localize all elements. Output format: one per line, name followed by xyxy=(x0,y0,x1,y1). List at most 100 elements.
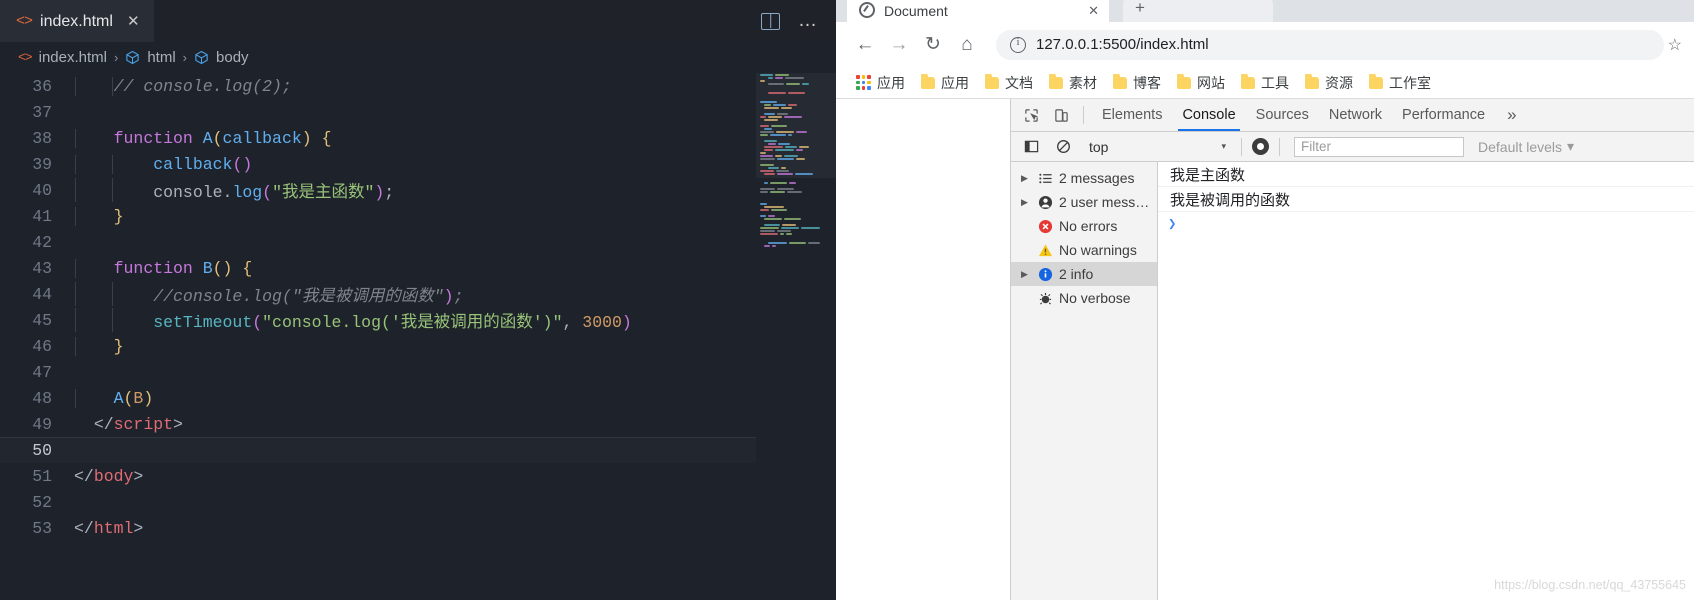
bookmark-item[interactable]: 应用 xyxy=(917,71,977,95)
minimap-token xyxy=(787,91,806,94)
code-line-text: function A(callback) { xyxy=(74,128,756,148)
devtools-tab-elements[interactable]: Elements xyxy=(1092,99,1172,131)
minimap-token xyxy=(760,187,775,190)
devtools-tab-sources[interactable]: Sources xyxy=(1246,99,1319,131)
devtools-tab-console[interactable]: Console xyxy=(1172,99,1245,131)
code-token: > xyxy=(173,414,183,434)
symbol-cube-icon xyxy=(125,50,140,65)
console-sidebar-item[interactable]: ▶No errors xyxy=(1011,214,1157,238)
bookmark-item[interactable]: 网站 xyxy=(1173,71,1233,95)
code-lines-container[interactable]: 36 // console.log(2); 37 38 function A(cal… xyxy=(0,73,756,600)
inspect-element-icon[interactable] xyxy=(1017,102,1045,128)
bookmark-label: 工具 xyxy=(1261,74,1289,91)
close-icon[interactable]: ✕ xyxy=(127,14,140,29)
bookmark-item[interactable]: 资源 xyxy=(1301,71,1361,95)
back-button[interactable]: ← xyxy=(850,30,880,60)
line-number: 43 xyxy=(32,258,52,278)
device-toolbar-icon[interactable] xyxy=(1047,102,1075,128)
console-filter-input[interactable]: Filter xyxy=(1294,136,1464,157)
clear-console-icon[interactable] xyxy=(1049,134,1077,160)
code-line[interactable]: 46 } xyxy=(0,333,756,359)
browser-tab-document[interactable]: Document ✕ xyxy=(847,0,1109,22)
address-bar[interactable]: 127.0.0.1:5500/index.html xyxy=(996,29,1664,60)
symbol-cube-icon xyxy=(194,50,209,65)
execution-context-select[interactable]: top ▾ xyxy=(1081,136,1231,157)
editor-minimap[interactable] xyxy=(756,73,836,600)
devtools-tab-network[interactable]: Network xyxy=(1319,99,1392,131)
code-line[interactable]: 44 //console.log("我是被调用的函数"); xyxy=(0,281,756,307)
home-button[interactable]: ⌂ xyxy=(952,30,982,60)
console-prompt[interactable]: ❯ xyxy=(1158,212,1694,237)
code-line[interactable]: 37 xyxy=(0,99,756,125)
code-line[interactable]: 40 console.log("我是主函数"); xyxy=(0,177,756,203)
console-sidebar-item[interactable]: ▶ 2 user mess… xyxy=(1011,190,1157,214)
console-sidebar-item[interactable]: ▶No verbose xyxy=(1011,286,1157,310)
reload-button[interactable]: ↻ xyxy=(918,30,948,60)
new-tab-button[interactable]: + xyxy=(1123,0,1273,22)
code-line[interactable]: 47 xyxy=(0,359,756,385)
split-editor-divider xyxy=(769,14,772,28)
info-icon xyxy=(1037,266,1053,282)
more-tabs-icon[interactable]: » xyxy=(1497,105,1526,125)
code-line[interactable]: 43 function B() { xyxy=(0,255,756,281)
minimap-token xyxy=(773,103,787,106)
bookmark-item[interactable]: 素材 xyxy=(1045,71,1105,95)
bookmark-star-icon[interactable]: ☆ xyxy=(1668,35,1682,55)
bookmark-item[interactable]: 工具 xyxy=(1237,71,1297,95)
console-output[interactable]: 我是主函数 我是被调用的函数 ❯ https://blog.csdn.net/qq… xyxy=(1158,162,1694,600)
log-levels-select[interactable]: Default levels ▾ xyxy=(1478,138,1574,155)
code-line[interactable]: 41 } xyxy=(0,203,756,229)
minimap-token xyxy=(785,82,800,85)
code-token: console xyxy=(153,183,223,202)
folder-icon xyxy=(1305,74,1319,89)
code-token: ) xyxy=(443,287,454,306)
live-expression-icon[interactable] xyxy=(1252,138,1269,155)
site-info-icon[interactable] xyxy=(1010,36,1026,53)
code-line[interactable]: 51 </body> xyxy=(0,463,756,489)
code-line[interactable]: 45 setTimeout("console.log('我是被调用的函数')",… xyxy=(0,307,756,333)
code-line[interactable]: 42 xyxy=(0,229,756,255)
breadcrumb-item-html[interactable]: html xyxy=(125,49,176,66)
code-line[interactable]: 36 // console.log(2); xyxy=(0,73,756,99)
code-line-text: // console.log(2); xyxy=(74,76,756,96)
code-line[interactable]: 48 A(B) xyxy=(0,385,756,411)
forward-button[interactable]: → xyxy=(884,30,914,60)
code-line[interactable]: 38 function A(callback) { xyxy=(0,125,756,151)
bookmark-item[interactable]: 工作室 xyxy=(1365,71,1439,95)
split-editor-icon[interactable] xyxy=(761,12,780,30)
line-number: 45 xyxy=(32,310,52,330)
screenshot-root: <> index.html ✕ … <> index.html › html ›… xyxy=(0,0,1694,600)
breadcrumb-item-file[interactable]: <> index.html xyxy=(18,49,107,66)
code-editor[interactable]: 36 // console.log(2); 37 38 function A(cal… xyxy=(0,73,836,600)
console-sidebar-item[interactable]: ▶No warnings xyxy=(1011,238,1157,262)
code-line-text: console.log("我是主函数"); xyxy=(74,178,756,202)
line-number: 51 xyxy=(32,466,52,486)
chevron-right-icon[interactable]: ▶ xyxy=(1021,197,1031,207)
bookmark-item[interactable]: 文档 xyxy=(981,71,1041,95)
more-actions-icon[interactable]: … xyxy=(798,11,818,30)
console-sidebar-item[interactable]: ▶ 2 info xyxy=(1011,262,1157,286)
toolbar-divider xyxy=(1241,137,1242,156)
editor-tab-index-html[interactable]: <> index.html ✕ xyxy=(0,0,154,42)
console-sidebar-item[interactable]: ▶ 2 messages xyxy=(1011,166,1157,190)
code-line[interactable]: 50 xyxy=(0,437,756,463)
bookmark-item[interactable]: 应用 xyxy=(852,71,913,95)
chevron-right-icon[interactable]: ▶ xyxy=(1021,269,1031,279)
editor-tab-label: index.html xyxy=(40,12,113,30)
code-line[interactable]: 39 callback() xyxy=(0,151,756,177)
close-icon[interactable]: ✕ xyxy=(1088,3,1099,19)
bookmark-item[interactable]: 博客 xyxy=(1109,71,1169,95)
chevron-right-icon[interactable]: ▶ xyxy=(1021,173,1031,183)
page-viewport[interactable]: Elements Console Sources Network Performance… xyxy=(836,99,1694,600)
devtools-tab-performance[interactable]: Performance xyxy=(1392,99,1495,131)
code-line[interactable]: 52 xyxy=(0,489,756,515)
code-token: html xyxy=(93,518,134,538)
console-sidebar-icon[interactable] xyxy=(1017,134,1045,160)
code-line[interactable]: 53 </html> xyxy=(0,515,756,541)
code-line[interactable]: 49 </script> xyxy=(0,411,756,437)
code-line-text: function B() { xyxy=(74,258,756,278)
minimap-token xyxy=(764,244,770,247)
minimap-token xyxy=(788,103,798,106)
breadcrumb-item-body[interactable]: body xyxy=(194,49,249,66)
